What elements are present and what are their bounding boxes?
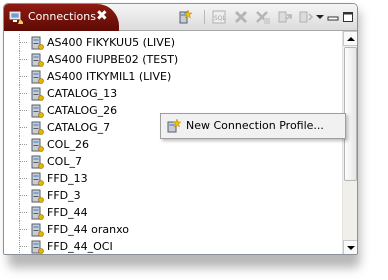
chevron-down-icon <box>316 15 324 19</box>
disconnect-icon <box>256 11 270 24</box>
connection-profile-icon <box>31 87 44 101</box>
connection-profile-icon <box>31 223 44 237</box>
tree-item-label: CATALOG_13 <box>47 87 118 100</box>
scroll-down-button[interactable] <box>343 240 357 254</box>
connections-icon <box>9 11 23 24</box>
view-menu-button[interactable] <box>315 9 325 25</box>
tree-item-label: FFD_44 oranxo <box>47 223 129 236</box>
connection-profile-icon <box>31 138 44 152</box>
sql-icon: SQL <box>212 10 227 24</box>
tree-item-label: FFD_44 <box>47 206 88 219</box>
minimize-icon <box>327 16 339 21</box>
new-connection-button[interactable] <box>176 9 194 25</box>
tree-item-label: COL_26 <box>47 138 89 151</box>
properties-button[interactable] <box>297 9 315 25</box>
connection-profile-icon <box>31 70 44 84</box>
svg-text:SQL: SQL <box>214 15 227 22</box>
connection-profile-icon <box>31 206 44 220</box>
disconnect-button[interactable] <box>254 9 272 25</box>
tree-connector <box>19 229 27 230</box>
connection-profile-icon <box>31 104 44 118</box>
scroll-up-button[interactable] <box>343 31 357 46</box>
menu-item-new-connection-profile[interactable]: New Connection Profile... <box>163 116 343 136</box>
properties-icon <box>299 11 314 23</box>
arrow-up-icon <box>346 36 355 41</box>
delete-button[interactable] <box>232 9 250 25</box>
connect-button[interactable]: SQL <box>210 9 228 25</box>
new-connection-icon <box>179 9 193 24</box>
tree-connector <box>19 178 27 179</box>
tree-item[interactable]: AS400 ITKYMIL1 (LIVE) <box>4 68 342 85</box>
tree-item-label: AS400 ITKYMIL1 (LIVE) <box>47 70 172 83</box>
connection-profile-icon <box>31 36 44 50</box>
tree-connector <box>19 144 27 145</box>
connection-profile-icon <box>31 155 44 169</box>
toolbar-separator <box>204 10 205 24</box>
tree-item[interactable]: FFD_13 <box>4 170 342 187</box>
delete-icon <box>234 10 248 24</box>
tree-connector <box>19 93 27 94</box>
tree-item[interactable]: AS400 FIUPBE02 (TEST) <box>4 51 342 68</box>
connection-profile-icon <box>31 121 44 135</box>
refresh-button[interactable] <box>276 9 294 25</box>
new-connection-icon <box>167 118 182 133</box>
tree-item-label: FFD_13 <box>47 172 88 185</box>
tab-connections[interactable]: Connections ✖ <box>4 4 119 31</box>
tree-item-label: FFD_3 <box>47 189 81 202</box>
tree-item-label: AS400 FIKYKUU5 (LIVE) <box>47 36 176 49</box>
menu-item-label: New Connection Profile... <box>186 119 324 132</box>
minimize-button[interactable] <box>326 9 340 25</box>
tree-item-label: COL_7 <box>47 155 82 168</box>
tree-item[interactable]: CATALOG_13 <box>4 85 342 102</box>
tree-connector <box>19 59 27 60</box>
arrow-down-icon <box>346 245 355 250</box>
tree-connector <box>19 195 27 196</box>
tree-item[interactable]: AS400 FIKYKUU5 (LIVE) <box>4 34 342 51</box>
vertical-scrollbar[interactable] <box>342 31 357 254</box>
tree-item-label: CATALOG_7 <box>47 121 111 134</box>
tree-connector <box>19 212 27 213</box>
tree-item-label: FFD_44_OCI <box>47 240 113 253</box>
view-titlebar: Connections ✖ SQL <box>4 4 357 31</box>
view-title: Connections <box>28 10 96 23</box>
tree-item-label: AS400 FIUPBE02 (TEST) <box>47 53 179 66</box>
connection-profile-icon <box>31 172 44 186</box>
tree-connector <box>19 161 27 162</box>
refresh-icon <box>278 11 292 23</box>
tree-connector <box>19 246 27 247</box>
close-icon[interactable]: ✖ <box>96 7 108 25</box>
tree-item[interactable]: FFD_3 <box>4 187 342 204</box>
tree-connector <box>19 127 27 128</box>
tree-connector <box>19 110 27 111</box>
connection-profile-icon <box>31 53 44 67</box>
connection-profile-icon <box>31 189 44 203</box>
tree-connector <box>19 42 27 43</box>
tree-item[interactable]: FFD_44 oranxo <box>4 221 342 238</box>
tree-item[interactable]: FFD_44_OCI <box>4 238 342 254</box>
maximize-icon <box>343 12 353 22</box>
context-menu: New Connection Profile... <box>160 113 346 139</box>
tree-item[interactable]: FFD_44 <box>4 204 342 221</box>
maximize-button[interactable] <box>341 9 355 25</box>
connection-profile-icon <box>31 240 44 254</box>
tree-item[interactable]: COL_7 <box>4 153 342 170</box>
tree-connector <box>19 76 27 77</box>
connections-tree[interactable]: AS400 FIKYKUU5 (LIVE) AS400 FIUPBE02 (TES… <box>4 31 342 254</box>
tree-item-label: CATALOG_26 <box>47 104 118 117</box>
